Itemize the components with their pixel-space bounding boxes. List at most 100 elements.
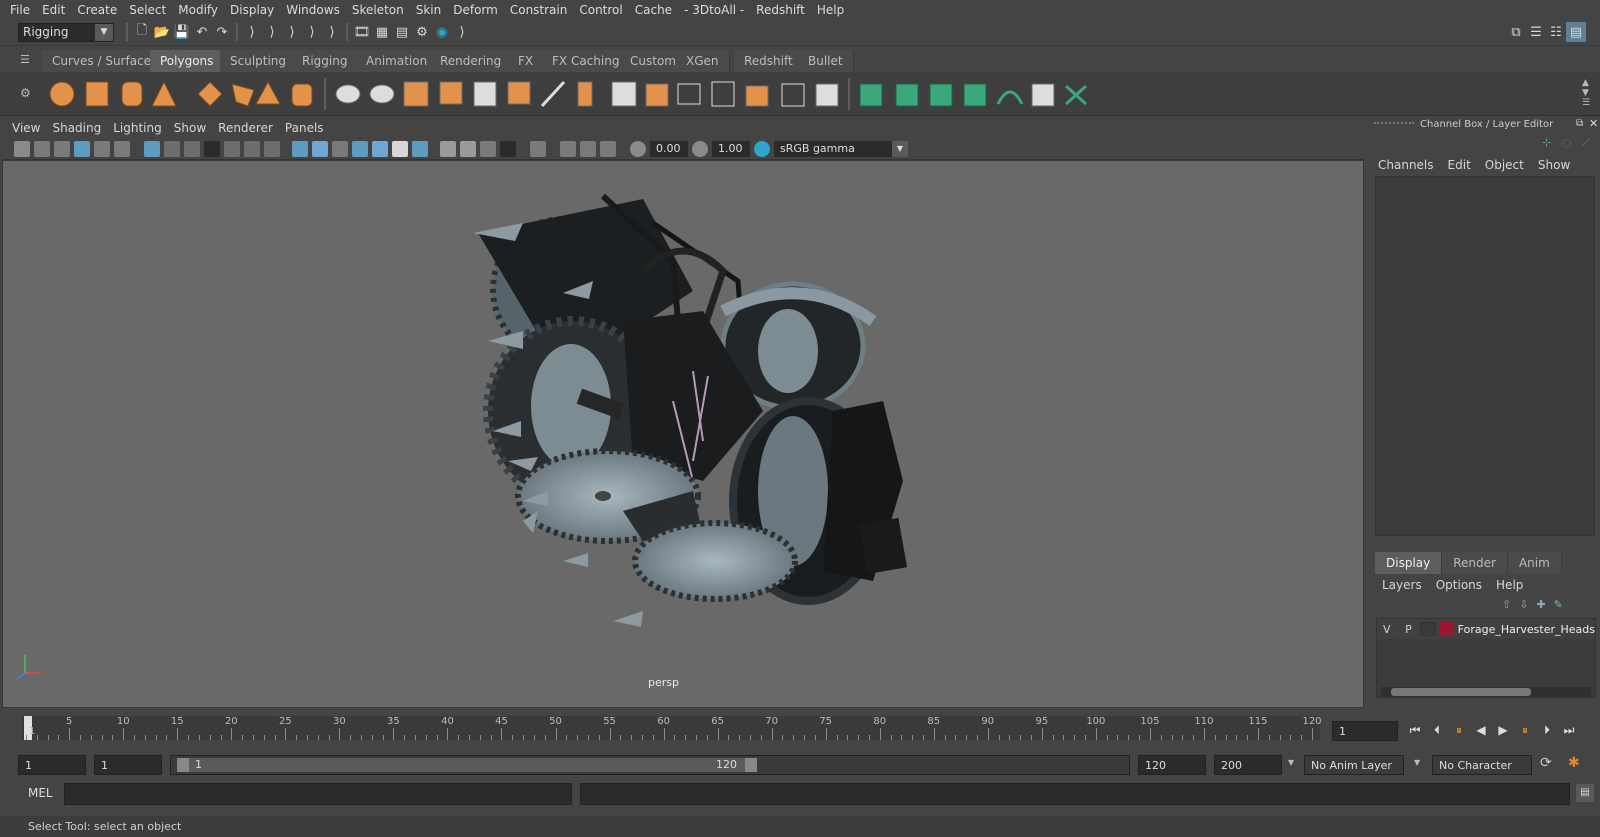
command-input[interactable] (64, 783, 572, 805)
menu-display[interactable]: Display (224, 0, 280, 20)
layer-list-scrollbar[interactable] (1381, 687, 1591, 697)
viewport-menu-lighting[interactable]: Lighting (107, 121, 168, 135)
collapse-handle-icon[interactable]: ⟩ (302, 22, 322, 42)
menu-cache[interactable]: Cache (629, 0, 678, 20)
new-layer-icon[interactable]: ✚ (1536, 598, 1545, 611)
color-space-dropdown[interactable]: sRGB gamma ▼ (774, 141, 908, 157)
menu-file[interactable]: File (4, 0, 36, 20)
layer-menu-layers[interactable]: Layers (1382, 578, 1422, 592)
layer-name[interactable]: Forage_Harvester_Heads (1458, 623, 1595, 636)
channel-toggle-icon[interactable]: ⊹ (1542, 136, 1551, 149)
layer-row[interactable]: V P Forage_Harvester_Heads (1377, 619, 1595, 639)
textured-icon[interactable] (372, 141, 388, 157)
auto-key-icon[interactable]: ⟳ (1540, 755, 1552, 771)
layer-color-swatch[interactable] (1439, 622, 1454, 636)
layer-tab-display[interactable]: Display (1375, 552, 1443, 574)
play-backwards-icon[interactable]: ◀ (1472, 722, 1490, 738)
grease-pencil-icon[interactable] (114, 141, 130, 157)
collapse-handle-icon[interactable]: ⟩ (282, 22, 302, 42)
shelf-tab-fx-caching[interactable]: FX Caching (542, 50, 631, 72)
layer-playback-toggle[interactable]: P (1397, 623, 1421, 636)
gamma-icon[interactable] (692, 141, 708, 157)
shelf-tab-xgen[interactable]: XGen (676, 50, 730, 72)
play-forwards-icon[interactable]: ▶ (1494, 722, 1512, 738)
undo-icon[interactable]: ↶ (192, 22, 212, 42)
command-language-label[interactable]: MEL (28, 786, 53, 800)
depth-of-field-icon[interactable] (500, 141, 516, 157)
shelf-settings-icon[interactable]: ⚙ (20, 86, 31, 100)
gate-mask-icon[interactable] (204, 141, 220, 157)
viewport-menu-show[interactable]: Show (168, 121, 212, 135)
gamma-field[interactable]: 1.00 (712, 141, 750, 157)
time-ruler[interactable]: 1 5 10 15 20 25 30 35 40 45 50 55 60 65 70 75 80 85 90 95 10… (22, 716, 1322, 740)
go-to-end-icon[interactable]: ⏭ (1560, 722, 1578, 738)
field-chart-icon[interactable] (224, 141, 240, 157)
layer-menu-options[interactable]: Options (1436, 578, 1482, 592)
shelf-tab-rigging[interactable]: Rigging (292, 50, 359, 72)
layer-type-toggle[interactable] (1420, 622, 1436, 636)
menu-redshift[interactable]: Redshift (750, 0, 811, 20)
menu-constrain[interactable]: Constrain (504, 0, 574, 20)
float-panel-icon[interactable]: ⧉ (1576, 118, 1583, 129)
menu-skin[interactable]: Skin (410, 0, 448, 20)
menu-control[interactable]: Control (573, 0, 628, 20)
lighting-icon[interactable] (392, 141, 408, 157)
viewport-menu-view[interactable]: View (6, 121, 46, 135)
mode-selector[interactable]: Rigging ▼ (18, 23, 114, 42)
safe-action-icon[interactable] (244, 141, 260, 157)
shelf-menu-icon[interactable]: ☰ (20, 53, 34, 67)
new-scene-icon[interactable]: 🗋 (132, 22, 152, 42)
film-gate-icon[interactable] (164, 141, 180, 157)
motion-blur-icon[interactable] (460, 141, 476, 157)
attribute-editor-icon[interactable]: ☰ (1526, 22, 1546, 42)
viewport-menu-panels[interactable]: Panels (279, 121, 330, 135)
range-start-grip[interactable] (177, 758, 189, 772)
step-back-frame-icon[interactable]: ⏸ (1450, 722, 1468, 738)
move-layer-up-icon[interactable]: ⇧ (1502, 598, 1511, 611)
ipr-render-icon[interactable]: ▤ (392, 22, 412, 42)
isolate-select-icon[interactable] (530, 141, 546, 157)
exposure-icon[interactable] (630, 141, 646, 157)
menu-create[interactable]: Create (71, 0, 123, 20)
smooth-shade-icon[interactable] (312, 141, 328, 157)
close-icon[interactable]: ✕ (1589, 117, 1598, 130)
image-plane-icon[interactable] (74, 141, 90, 157)
chevron-down-icon[interactable]: ▼ (1288, 758, 1294, 767)
menu-modify[interactable]: Modify (172, 0, 224, 20)
wireframe-on-shaded-icon[interactable] (352, 141, 368, 157)
shelf-tab-bullet[interactable]: Bullet (798, 50, 854, 72)
perspective-viewport[interactable]: persp (2, 160, 1364, 708)
step-back-key-icon[interactable]: ⏴ (1428, 722, 1446, 738)
anti-aliasing-icon[interactable] (480, 141, 496, 157)
viewport-menu-renderer[interactable]: Renderer (212, 121, 279, 135)
menu-help[interactable]: Help (811, 0, 850, 20)
collapse-handle-icon[interactable]: ⟩ (242, 22, 262, 42)
animation-preferences-icon[interactable]: ✱ (1568, 755, 1580, 771)
collapse-handle-icon[interactable]: ⟩ (452, 22, 472, 42)
scene-start-field[interactable]: 1 (18, 755, 86, 775)
channel-menu-edit[interactable]: Edit (1448, 158, 1471, 172)
scene-end-field[interactable]: 200 (1214, 755, 1282, 775)
channel-menu-channels[interactable]: Channels (1378, 158, 1434, 172)
range-slider[interactable]: 1 120 (170, 755, 1130, 775)
modeling-toolkit-icon[interactable]: ⧉ (1506, 22, 1526, 42)
anim-layer-dropdown[interactable]: No Anim Layer (1304, 755, 1404, 775)
current-frame-field[interactable]: 1 (1332, 721, 1398, 741)
camera-icon[interactable] (14, 141, 30, 157)
save-scene-icon[interactable]: 💾 (172, 22, 192, 42)
layer-menu-help[interactable]: Help (1496, 578, 1523, 592)
step-forward-key-icon[interactable]: ⏵ (1538, 722, 1556, 738)
collapse-handle-icon[interactable]: ⟩ (322, 22, 342, 42)
tool-settings-icon[interactable]: ☷ (1546, 22, 1566, 42)
menu-windows[interactable]: Windows (280, 0, 346, 20)
collapse-handle-icon[interactable]: ⟩ (262, 22, 282, 42)
scrollbar-thumb[interactable] (1391, 688, 1531, 696)
menu-select[interactable]: Select (123, 0, 172, 20)
xray-joints-icon[interactable] (600, 141, 616, 157)
layer-tab-anim[interactable]: Anim (1507, 552, 1562, 574)
channel-menu-object[interactable]: Object (1485, 158, 1524, 172)
bookmark-icon[interactable] (54, 141, 70, 157)
script-editor-icon[interactable]: ▤ (1576, 784, 1594, 802)
go-to-start-icon[interactable]: ⏮ (1406, 722, 1424, 738)
ambient-occlusion-icon[interactable] (440, 141, 456, 157)
